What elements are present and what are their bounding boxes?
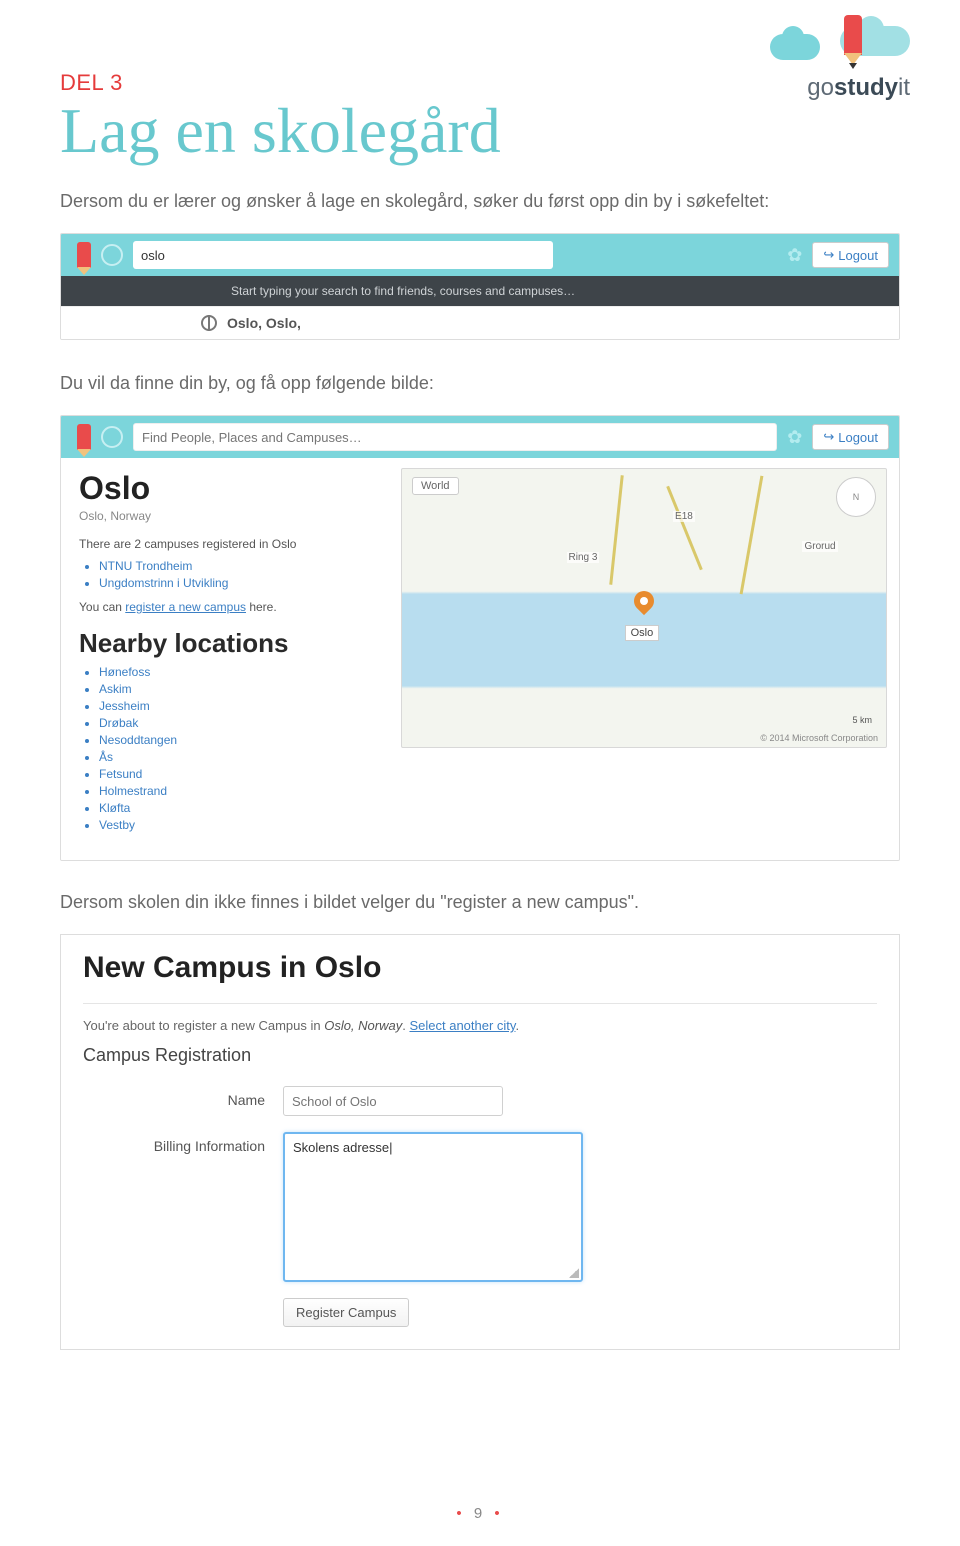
- search-suggestion[interactable]: Oslo, Oslo,: [61, 306, 899, 339]
- gear-icon[interactable]: ✿: [787, 427, 802, 448]
- map[interactable]: World N Ring 3 E18 Grorud Oslo 5 km © 20…: [401, 468, 887, 748]
- app-topbar: ✿ ↪ Logout: [61, 234, 899, 276]
- paragraph-2: Du vil da finne din by, og få opp følgen…: [60, 370, 900, 397]
- campus-list: NTNU Trondheim Ungdomstrinn i Utvikling: [79, 559, 385, 590]
- nearby-link[interactable]: Nesoddtangen: [99, 733, 385, 747]
- suggestion-text: Oslo, Oslo,: [227, 315, 301, 331]
- name-label: Name: [83, 1086, 283, 1108]
- gear-icon[interactable]: ✿: [787, 245, 802, 266]
- campus-count: There are 2 campuses registered in Oslo: [79, 537, 385, 551]
- map-label-ring3: Ring 3: [567, 552, 600, 563]
- pencil-icon: [77, 242, 91, 268]
- resize-handle-icon[interactable]: [569, 1268, 579, 1278]
- map-city-label: Oslo: [625, 625, 660, 641]
- map-scale: 5 km: [852, 715, 872, 725]
- map-label-grorud: Grorud: [802, 541, 837, 552]
- globe-icon: [201, 315, 217, 331]
- logo-it: it: [898, 74, 910, 101]
- nearby-heading: Nearby locations: [79, 628, 385, 659]
- nearby-link[interactable]: Kløfta: [99, 801, 385, 815]
- search-input[interactable]: [133, 241, 553, 269]
- logout-icon: ↪: [823, 247, 834, 263]
- city-heading: Oslo: [79, 470, 385, 507]
- app-topbar-2: ✿ ↪ Logout: [61, 416, 899, 458]
- logout-label: Logout: [838, 248, 878, 263]
- register-link-text: register a new campus: [447, 892, 628, 912]
- profile-circle-icon[interactable]: [101, 244, 123, 266]
- logout-button[interactable]: ↪ Logout: [812, 424, 889, 450]
- map-road: [740, 475, 764, 594]
- logout-button[interactable]: ↪ Logout: [812, 242, 889, 268]
- brand-logo: gostudyit: [730, 20, 910, 102]
- divider: [83, 1003, 877, 1004]
- logo-graphic: [730, 20, 910, 70]
- nearby-link[interactable]: Holmestrand: [99, 784, 385, 798]
- map-label-e18: E18: [673, 511, 695, 522]
- search-input[interactable]: [133, 423, 777, 451]
- logout-icon: ↪: [823, 429, 834, 445]
- screenshot-new-campus-form: New Campus in Oslo You're about to regis…: [60, 934, 900, 1350]
- billing-label: Billing Information: [83, 1132, 283, 1154]
- map-road: [609, 475, 623, 585]
- logo-study: study: [834, 74, 898, 101]
- billing-textarea[interactable]: Skolens adresse|: [283, 1132, 583, 1282]
- paragraph-1: Dersom du er lærer og ønsker å lage en s…: [60, 188, 900, 215]
- form-city: Oslo, Norway: [324, 1018, 402, 1033]
- register-campus-button[interactable]: Register Campus: [283, 1298, 409, 1327]
- nearby-link[interactable]: Askim: [99, 682, 385, 696]
- pencil-icon: [77, 424, 91, 450]
- nearby-link[interactable]: Ås: [99, 750, 385, 764]
- nearby-link[interactable]: Hønefoss: [99, 665, 385, 679]
- form-title: New Campus in Oslo: [83, 951, 877, 985]
- city-info-panel: Oslo Oslo, Norway There are 2 campuses r…: [61, 458, 401, 860]
- logo-text: gostudyit: [730, 74, 910, 102]
- nearby-link[interactable]: Jessheim: [99, 699, 385, 713]
- map-road: [666, 486, 702, 571]
- map-world-button[interactable]: World: [412, 477, 459, 495]
- billing-value: Skolens adresse: [293, 1140, 389, 1155]
- campus-link[interactable]: Ungdomstrinn i Utvikling: [99, 576, 385, 590]
- nearby-link[interactable]: Drøbak: [99, 716, 385, 730]
- select-another-city-link[interactable]: Select another city: [409, 1018, 515, 1033]
- nearby-link[interactable]: Vestby: [99, 818, 385, 832]
- city-subtitle: Oslo, Norway: [79, 509, 385, 523]
- map-pin-icon[interactable]: [630, 587, 658, 615]
- nearby-list: Hønefoss Askim Jessheim Drøbak Nesoddtan…: [79, 665, 385, 832]
- logo-go: go: [807, 74, 834, 101]
- paragraph-3: Dersom skolen din ikke finnes i bildet v…: [60, 889, 900, 916]
- logout-label: Logout: [838, 430, 878, 445]
- map-attribution: © 2014 Microsoft Corporation: [760, 733, 878, 743]
- page-title: Lag en skolegård: [60, 94, 900, 168]
- profile-circle-icon[interactable]: [101, 426, 123, 448]
- page-number: • 9 •: [0, 1505, 960, 1522]
- compass-icon[interactable]: N: [836, 477, 876, 517]
- campus-name-input[interactable]: [283, 1086, 503, 1116]
- register-line: You can register a new campus here.: [79, 600, 385, 614]
- register-campus-link[interactable]: register a new campus: [125, 600, 246, 614]
- form-intro: You're about to register a new Campus in…: [83, 1018, 877, 1033]
- campus-link[interactable]: NTNU Trondheim: [99, 559, 385, 573]
- form-section-heading: Campus Registration: [83, 1045, 877, 1066]
- nearby-link[interactable]: Fetsund: [99, 767, 385, 781]
- screenshot-city-page: ✿ ↪ Logout Oslo Oslo, Norway There are 2…: [60, 415, 900, 861]
- search-hint: Start typing your search to find friends…: [61, 276, 899, 306]
- screenshot-search: ✿ ↪ Logout Start typing your search to f…: [60, 233, 900, 340]
